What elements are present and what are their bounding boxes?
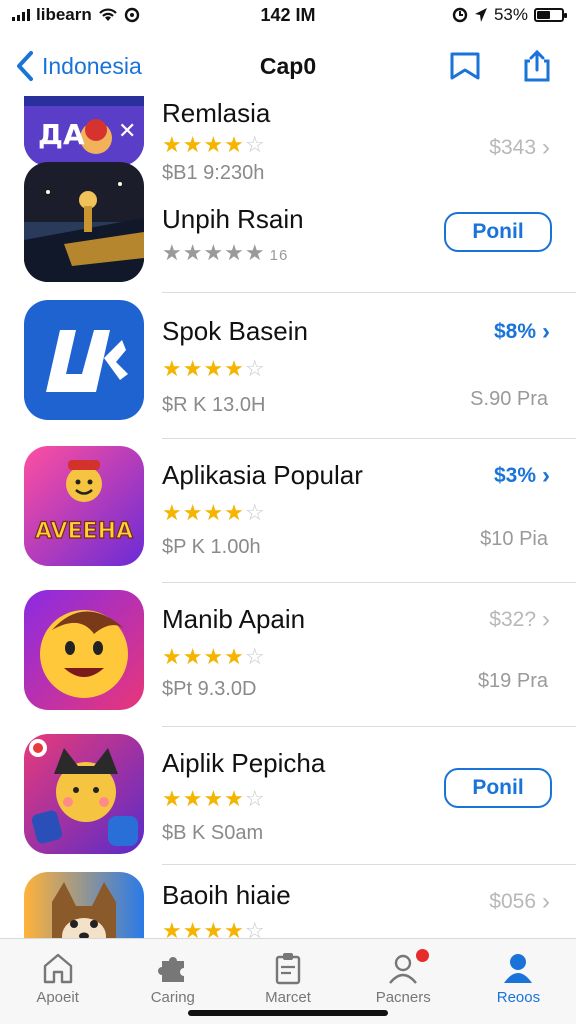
carrier-label: libearn: [36, 5, 92, 24]
status-bar: libearn 142 IM 53%: [0, 0, 576, 30]
tab-label: Pacners: [375, 989, 431, 1006]
app-icon[interactable]: ДА ✕: [24, 96, 144, 166]
app-name: Baoih hiaie: [162, 880, 291, 910]
wifi-icon: [98, 8, 117, 21]
clipboard-icon: [275, 953, 301, 985]
chevron-right-icon: ›: [542, 606, 550, 633]
app-icon[interactable]: AVEEHA: [24, 446, 144, 566]
back-button[interactable]: Indonesia: [0, 50, 180, 82]
location-icon: [474, 8, 487, 22]
status-left: libearn: [12, 5, 212, 25]
tab-label: Reoos: [496, 989, 541, 1006]
price-button[interactable]: $343 ›: [489, 134, 550, 162]
sync-icon: [124, 7, 139, 23]
nav-bar: Indonesia Cap0: [0, 36, 576, 96]
rating-stars: ★★★★☆: [162, 500, 266, 525]
back-label: Indonesia: [42, 52, 142, 79]
notification-badge: [415, 949, 429, 962]
rating-stars: ★★★★☆: [162, 644, 266, 669]
app-icon[interactable]: [24, 300, 144, 420]
chevron-right-icon: ›: [542, 134, 550, 161]
clock: 142 IM: [260, 4, 316, 25]
puzzle-icon: [157, 957, 184, 982]
price-button[interactable]: $3% ›: [494, 462, 550, 490]
rating-stars: ★★★★☆: [162, 918, 266, 938]
price-label: $32?: [489, 608, 536, 631]
rating-stars: ★★★★☆: [162, 786, 266, 811]
list-item[interactable]: AVEEHA Aplikasia Popular ★★★★☆ $P K 1.00…: [0, 446, 576, 576]
rating-count: 16: [269, 247, 289, 264]
app-list[interactable]: ДА ✕ Remlasia ★★★★☆ $B1 9:230h $343 › Unpi…: [0, 96, 576, 938]
page-title: Cap0: [259, 52, 317, 79]
app-name: Remlasia: [162, 98, 271, 128]
app-meta: $Pt 9.3.0D: [162, 678, 257, 700]
tab-reoos[interactable]: Reoos: [461, 939, 576, 1024]
app-icon[interactable]: [24, 734, 144, 854]
app-name: Aplikasia Popular: [162, 460, 363, 490]
chevron-right-icon: ›: [542, 462, 550, 489]
chevron-right-icon: ›: [542, 888, 550, 915]
price-button[interactable]: $056 ›: [489, 888, 550, 916]
divider: [162, 726, 576, 727]
app-icon[interactable]: [24, 162, 144, 282]
app-name: Unpih Rsain: [162, 204, 304, 234]
app-icon[interactable]: [24, 872, 144, 938]
nav-actions: [396, 49, 576, 83]
divider: [162, 864, 576, 865]
alarm-icon: [452, 7, 468, 23]
app-name: Aiplik Pepicha: [162, 748, 326, 778]
svg-text:✕: ✕: [118, 119, 136, 144]
divider: [162, 292, 576, 293]
person-filled-icon: [504, 954, 533, 983]
list-item[interactable]: Unpih Rsain ★★★★★ 16 Ponil: [0, 162, 576, 292]
list-item[interactable]: Aiplik Pepicha ★★★★☆ $B K S0am Ponil: [0, 734, 576, 864]
get-button[interactable]: Ponil: [444, 768, 552, 808]
home-icon: [43, 953, 72, 984]
app-name: Spok Basein: [162, 316, 308, 346]
divider: [162, 438, 576, 439]
bookmark-icon[interactable]: [448, 49, 482, 83]
tab-label: Caring: [150, 989, 195, 1006]
price-button[interactable]: $8% ›: [494, 318, 550, 346]
price-label: $3%: [493, 464, 536, 487]
list-item[interactable]: Baoih hiaie ★★★★☆ $056 ›: [0, 872, 576, 938]
list-item[interactable]: Spok Basein ★★★★☆ $R K 13.0H $8% › S.90 P…: [0, 300, 576, 430]
tab-label: Marcet: [265, 989, 311, 1006]
rating-stars: ★★★★★ 16: [162, 240, 289, 265]
battery-icon: [534, 8, 567, 22]
battery-percent: 53%: [493, 5, 528, 24]
price-label: $8%: [493, 320, 536, 343]
app-name: Manib Apain: [162, 604, 306, 634]
price-label: $056: [489, 890, 536, 913]
signal-icon: [12, 9, 30, 21]
app-meta: $B K S0am: [162, 822, 264, 844]
rating-stars: ★★★★☆: [162, 132, 266, 157]
price-button[interactable]: $32? ›: [489, 606, 550, 634]
svg-text:ДА: ДА: [38, 118, 85, 151]
price-note: S.90 Pra: [470, 388, 548, 410]
status-right: 53%: [364, 5, 567, 25]
app-icon[interactable]: [24, 590, 144, 710]
app-icon-text: AVEEHA: [35, 519, 133, 544]
price-note: $10 Pia: [480, 528, 548, 550]
rating-stars: ★★★★☆: [162, 356, 266, 381]
app-meta: $P K 1.00h: [162, 536, 261, 558]
tab-label: Apoeit: [36, 989, 79, 1006]
chevron-right-icon: ›: [542, 318, 550, 345]
app-meta: $R K 13.0H: [162, 394, 266, 416]
divider: [162, 582, 576, 583]
get-button[interactable]: Ponil: [444, 212, 552, 252]
list-item[interactable]: Manib Apain ★★★★☆ $Pt 9.3.0D $32? › $19 P…: [0, 590, 576, 720]
tab-apoeit[interactable]: Apoeit: [0, 939, 115, 1024]
price-label: $343: [489, 136, 536, 159]
price-note: $19 Pra: [477, 670, 548, 692]
share-icon[interactable]: [520, 49, 554, 83]
chevron-left-icon: [17, 51, 33, 81]
home-indicator[interactable]: [188, 1010, 388, 1016]
